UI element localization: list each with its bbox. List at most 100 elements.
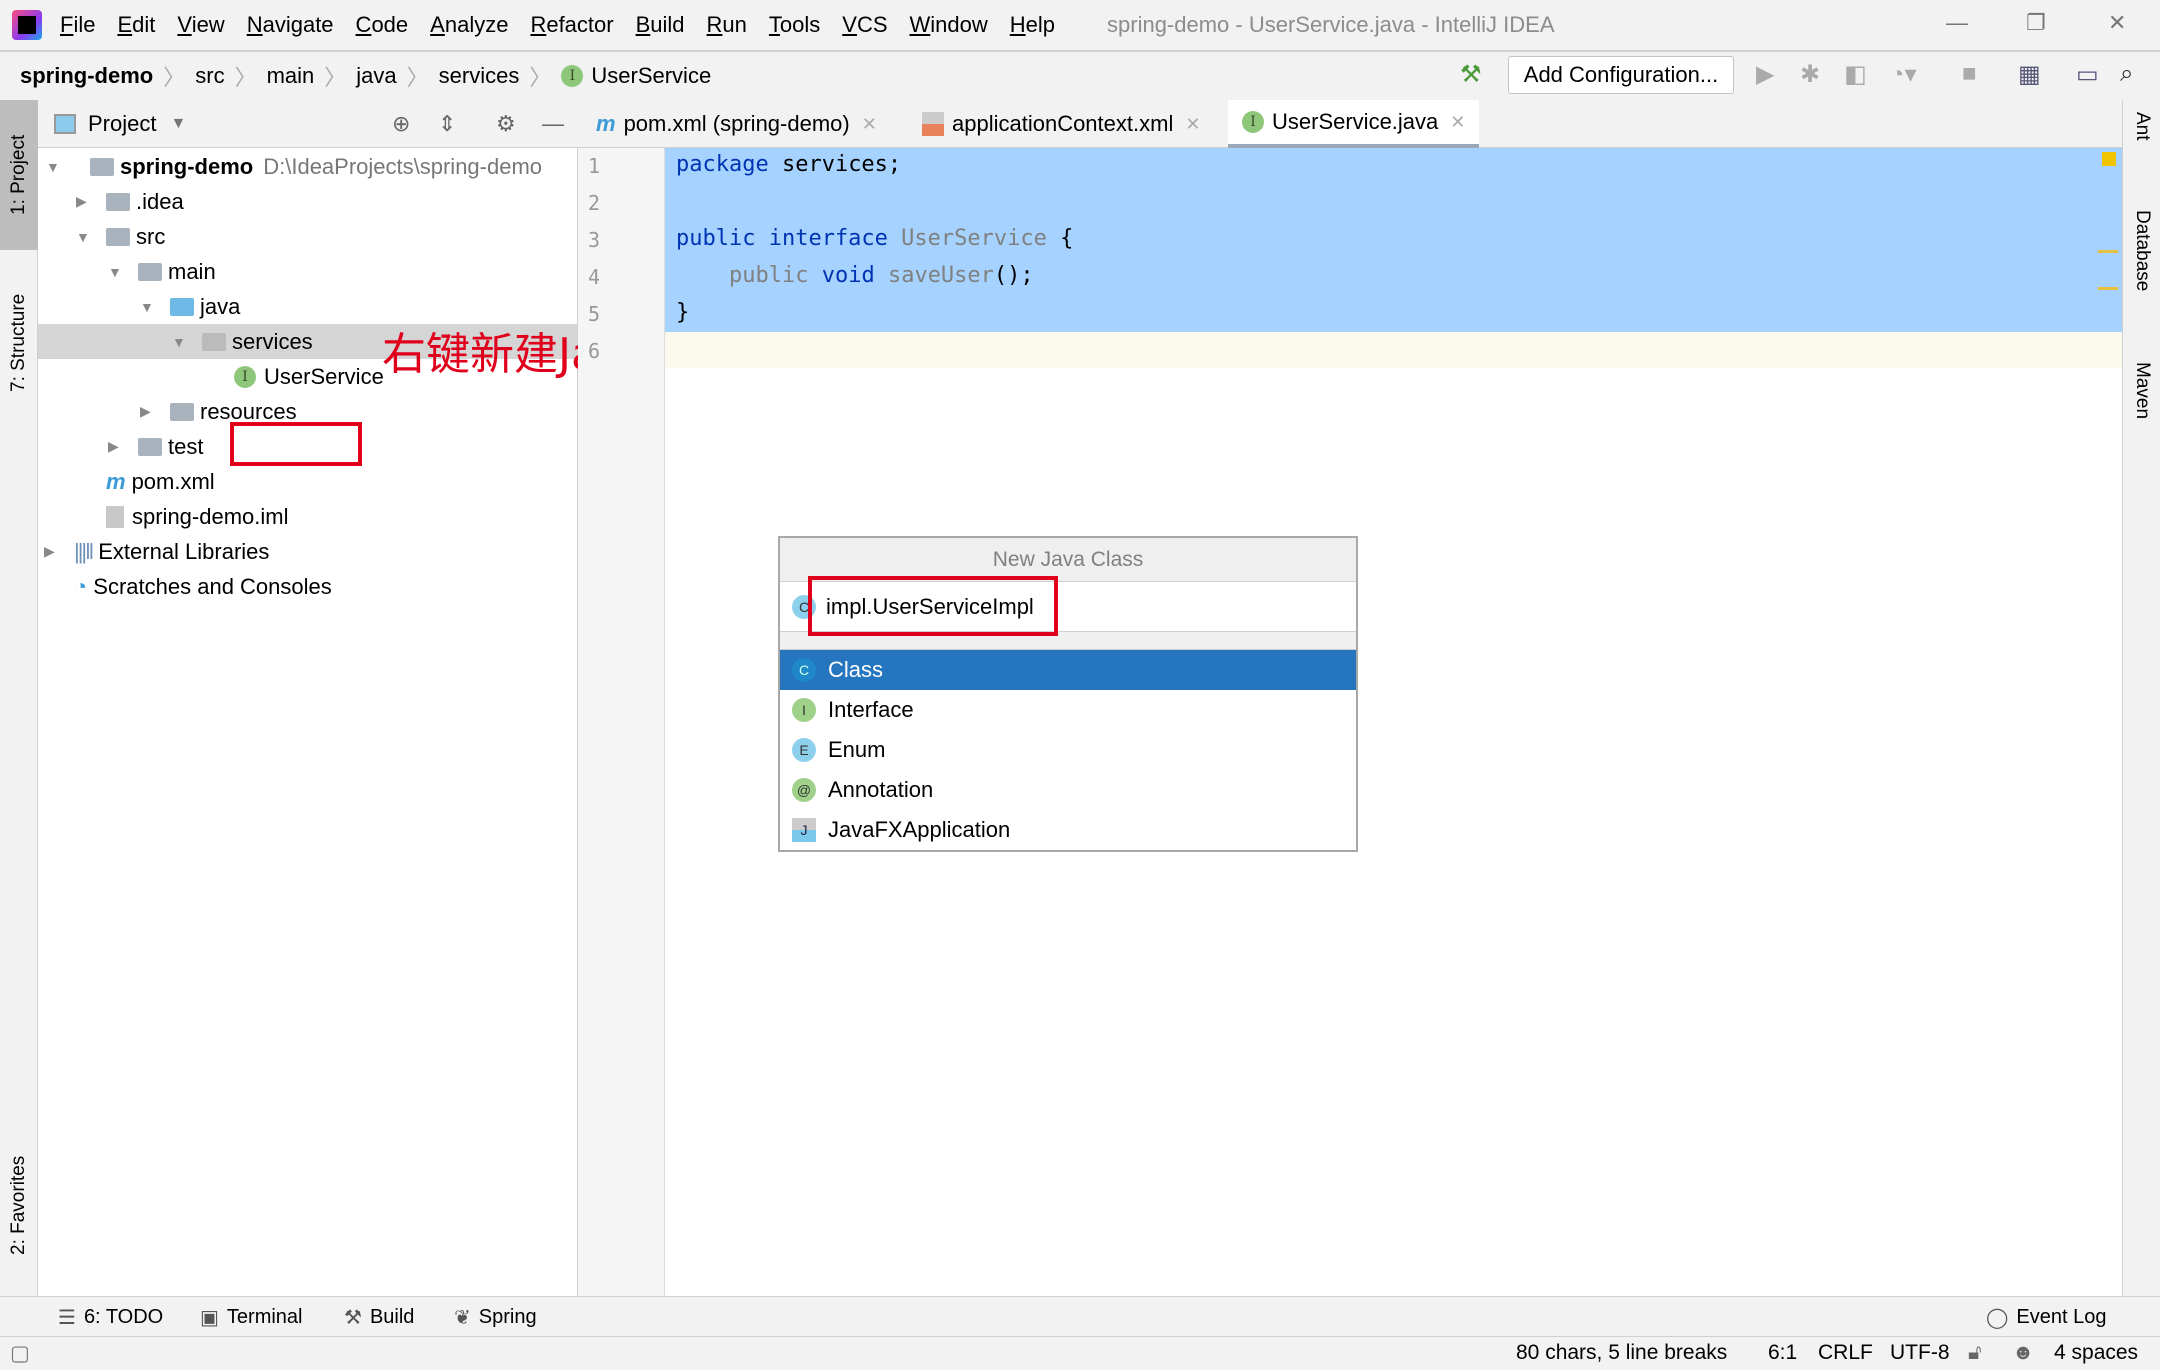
menu-file[interactable]: File	[60, 12, 95, 38]
right-tool-stripe: Ant Database Maven	[2122, 100, 2160, 1296]
menu-navigate[interactable]: Navigate	[247, 12, 334, 38]
tab-userservice[interactable]: I UserService.java ✕	[1228, 100, 1480, 148]
package-icon	[202, 332, 226, 351]
minimize-button[interactable]: —	[1946, 10, 1968, 36]
crumb-label: UserService	[591, 63, 712, 88]
error-stripe-mark[interactable]	[2098, 250, 2118, 253]
menu-refactor[interactable]: Refactor	[530, 12, 613, 38]
lock-icon[interactable]: 🔓︎	[1968, 1341, 1982, 1365]
folder-icon	[138, 262, 162, 281]
tool-tab-favorites[interactable]: 2: Favorites	[0, 1130, 38, 1280]
crumb-java[interactable]: java 〉	[356, 60, 438, 92]
tool-label: 6: TODO	[83, 1306, 164, 1328]
tool-tab-database[interactable]: Database	[2123, 210, 2160, 330]
project-panel-header: Project ▼ ⊕ ⇕ ⚙ —	[38, 100, 578, 148]
option-label: Interface	[828, 697, 914, 722]
option-class[interactable]: C Class	[780, 650, 1356, 690]
collapse-all-icon[interactable]: ⇕	[438, 111, 456, 137]
tool-tab-maven[interactable]: Maven	[2123, 362, 2160, 462]
tree-label: External Libraries	[98, 538, 270, 564]
tree-item-scratches[interactable]: ◔ Scratches and Consoles	[38, 569, 578, 604]
chevron-down-icon[interactable]: ▼	[170, 115, 186, 133]
tool-terminal[interactable]: ▣ Terminal	[200, 1305, 302, 1330]
terminal-layout-icon[interactable]: ▭	[2076, 60, 2099, 89]
crumb-main[interactable]: main 〉	[267, 60, 357, 92]
menu-edit[interactable]: Edit	[117, 12, 155, 38]
tree-label: java	[200, 293, 241, 319]
search-icon[interactable]: ⌕	[2120, 60, 2133, 88]
tool-tab-ant[interactable]: Ant	[2123, 112, 2160, 182]
tree-item-external-libraries[interactable]: ▶ |||‖ External Libraries	[38, 534, 578, 569]
tree-item-idea[interactable]: ▶ .idea	[38, 184, 578, 219]
status-line-separator[interactable]: CRLF	[1818, 1341, 1873, 1365]
close-tab-icon[interactable]: ✕	[862, 114, 877, 135]
debug-icon[interactable]: ✱	[1800, 60, 1820, 89]
tool-todo[interactable]: ☰ 6: TODO	[58, 1305, 163, 1330]
status-indent[interactable]: 4 spaces	[2054, 1341, 2138, 1365]
close-button[interactable]: ✕	[2108, 10, 2126, 36]
toggle-tool-windows-icon[interactable]: ▢	[10, 1341, 30, 1366]
inspector-icon[interactable]: ☻	[2012, 1341, 2034, 1365]
menu-run[interactable]: Run	[707, 12, 747, 38]
window-title: spring-demo - UserService.java - Intelli…	[1107, 12, 1555, 37]
menu-tools[interactable]: Tools	[769, 12, 820, 38]
current-line-highlight	[665, 332, 2122, 368]
inspection-status-icon[interactable]	[2102, 152, 2116, 166]
tree-label: services	[232, 328, 313, 354]
close-tab-icon[interactable]: ✕	[1185, 114, 1200, 135]
tool-event-log[interactable]: ◯ Event Log	[1986, 1305, 2106, 1330]
run-icon[interactable]: ▶	[1756, 60, 1774, 89]
status-caret-position[interactable]: 6:1	[1768, 1341, 1797, 1365]
menu-build[interactable]: Build	[636, 12, 685, 38]
stop-icon[interactable]: ■	[1962, 60, 1977, 88]
crumb-project[interactable]: spring-demo 〉	[20, 60, 195, 92]
menu-code[interactable]: Code	[356, 12, 409, 38]
menu-help[interactable]: Help	[1010, 12, 1055, 38]
option-interface[interactable]: I Interface	[780, 690, 1356, 730]
build-hammer-icon[interactable]: ⚒	[1460, 60, 1482, 89]
crumb-services[interactable]: services 〉	[439, 60, 562, 92]
code-line-1: package services;	[676, 152, 902, 177]
error-stripe-mark[interactable]	[2098, 287, 2118, 290]
add-configuration-button[interactable]: Add Configuration...	[1508, 56, 1734, 94]
tool-spring[interactable]: ❦ Spring	[454, 1305, 537, 1330]
crumb-src[interactable]: src 〉	[195, 60, 266, 92]
option-label: Class	[828, 657, 884, 682]
tree-item-iml[interactable]: spring-demo.iml	[38, 499, 578, 534]
option-javafx[interactable]: J JavaFXApplication	[780, 810, 1356, 850]
coverage-icon[interactable]: ◧	[1844, 60, 1867, 89]
tree-item-spring-demo[interactable]: ▼ spring-demo D:\IdeaProjects\spring-demo	[38, 149, 578, 184]
line-number: 3	[588, 228, 601, 252]
gear-icon[interactable]: ⚙	[496, 111, 516, 137]
project-view-icon	[54, 113, 76, 134]
tab-applicationcontext[interactable]: applicationContext.xml ✕	[908, 100, 1214, 148]
project-structure-icon[interactable]: ▦	[2018, 60, 2041, 89]
menu-vcs[interactable]: VCS	[842, 12, 887, 38]
tree-item-main[interactable]: ▼ main	[38, 254, 578, 289]
locate-icon[interactable]: ⊕	[392, 111, 410, 137]
spring-xml-icon	[922, 112, 944, 136]
code-line-5: }	[676, 300, 690, 325]
tool-build[interactable]: ⚒ Build	[344, 1305, 414, 1330]
option-annotation[interactable]: @ Annotation	[780, 770, 1356, 810]
option-label: Enum	[828, 737, 886, 762]
close-tab-icon[interactable]: ✕	[1450, 112, 1465, 133]
tree-item-src[interactable]: ▼ src	[38, 219, 578, 254]
menu-window[interactable]: Window	[910, 12, 988, 38]
restore-button[interactable]: ❐	[2026, 10, 2046, 36]
tree-label: pom.xml	[131, 468, 215, 494]
tool-tab-project[interactable]: 1: Project	[0, 100, 38, 250]
status-encoding[interactable]: UTF-8	[1890, 1341, 1950, 1365]
option-enum[interactable]: E Enum	[780, 730, 1356, 770]
libraries-icon: |||‖	[74, 538, 94, 564]
crumb-userservice[interactable]: I UserService	[561, 63, 711, 89]
project-view-selector[interactable]: Project	[88, 111, 156, 137]
menu-view[interactable]: View	[177, 12, 224, 38]
hide-icon[interactable]: —	[542, 111, 564, 137]
tool-tab-structure[interactable]: 7: Structure	[0, 268, 38, 418]
tab-pom[interactable]: m pom.xml (spring-demo) ✕	[582, 100, 891, 148]
tree-item-pom[interactable]: m pom.xml	[38, 464, 578, 499]
menu-analyze[interactable]: Analyze	[430, 12, 508, 38]
profile-icon[interactable]: ◔▾	[1890, 60, 1917, 89]
maven-icon: m	[596, 111, 616, 136]
